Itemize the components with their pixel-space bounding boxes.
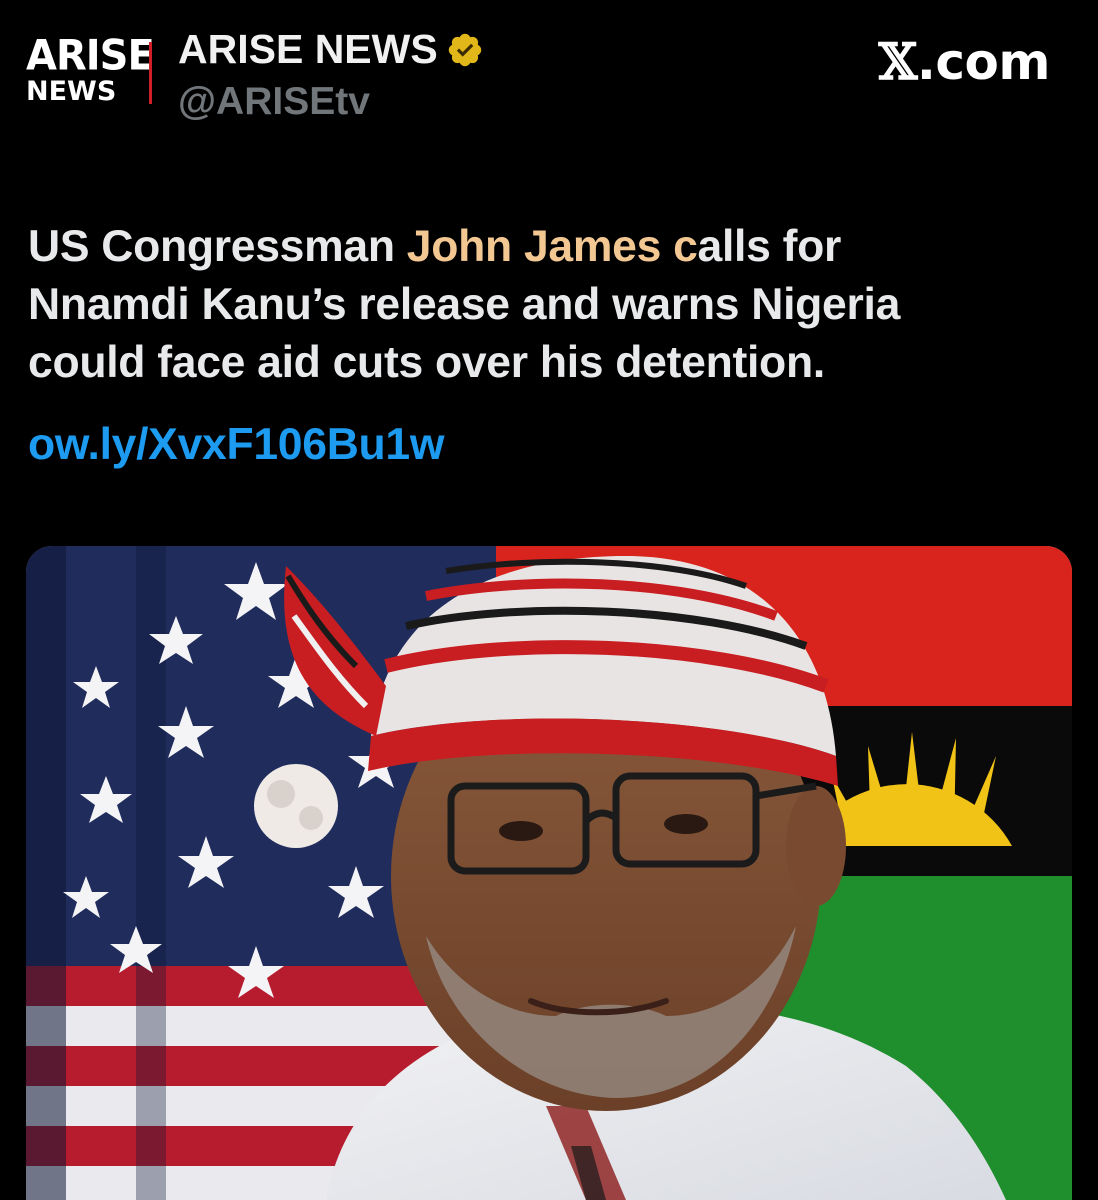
post-card: ARISE NEWS ARISE NEWS @ARISEtv 𝕏.com US …: [0, 0, 1098, 1200]
author-avatar[interactable]: ARISE NEWS: [26, 34, 156, 106]
gold-verified-badge-icon[interactable]: [446, 31, 484, 69]
avatar-logo-divider: [149, 42, 152, 104]
post-link[interactable]: ow.ly/XvxF106Bu1w: [28, 420, 444, 470]
author-handle[interactable]: @ARISEtv: [178, 80, 370, 124]
post-text-line-2: Nnamdi Kanu’s release and warns Nigeria: [28, 280, 901, 329]
avatar-logo-arise-text: ARISE: [26, 31, 155, 80]
news-photo-image: [26, 546, 1072, 1200]
post-text-line-1: US Congressman John James calls for: [28, 218, 1068, 276]
author-display-name-text: ARISE NEWS: [178, 26, 438, 72]
post-text-part-2: alls for: [697, 222, 842, 271]
post-text: US Congressman John James calls for Nnam…: [28, 218, 1068, 392]
x-brand-suffix: .com: [916, 33, 1051, 91]
author-display-name[interactable]: ARISE NEWS: [178, 26, 484, 73]
post-text-part-1: US Congressman: [28, 222, 407, 271]
x-brand-mark: 𝕏.com: [878, 32, 1051, 91]
avatar-logo-news-text: NEWS: [26, 75, 117, 107]
post-text-highlight: John James c: [406, 222, 698, 271]
post-text-line-3: could face aid cuts over his detention.: [28, 338, 825, 387]
post-media-image[interactable]: [26, 546, 1072, 1200]
x-logo-icon: 𝕏: [878, 32, 918, 91]
